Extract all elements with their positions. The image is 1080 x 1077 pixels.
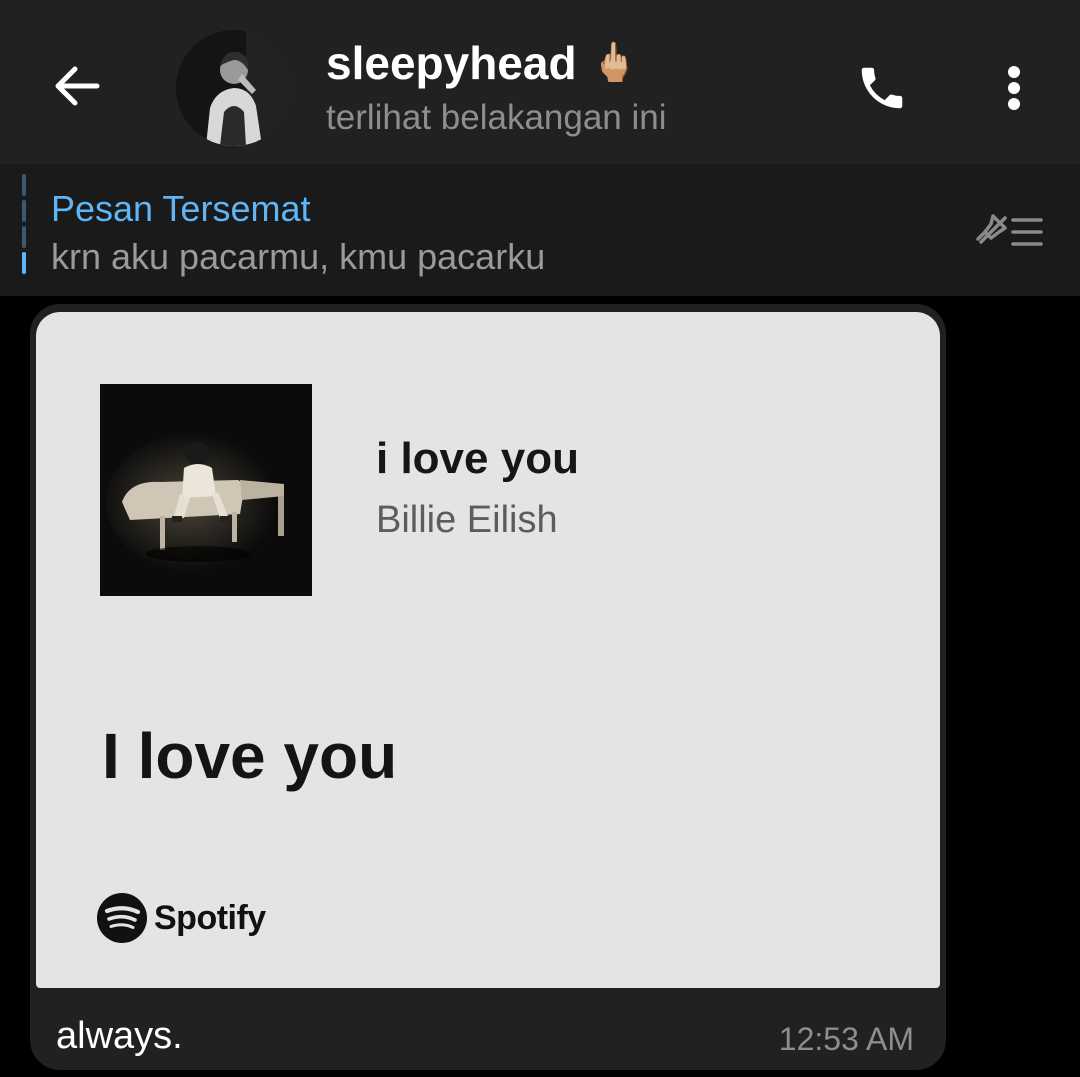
- chat-title-block[interactable]: sleepyhead 🖕🏼 terlihat belakangan ini: [326, 34, 806, 142]
- pinned-label: Pesan Tersemat: [51, 188, 311, 229]
- chat-screen: sleepyhead 🖕🏼 terlihat belakangan ini Pe…: [0, 0, 1080, 1077]
- pinned-indicator-segment: [22, 226, 26, 248]
- song-artist: Billie Eilish: [376, 499, 558, 541]
- phone-icon: [861, 67, 903, 109]
- pinned-indicator-segment: [22, 200, 26, 222]
- pinned-message-bar[interactable]: Pesan Tersemat krn aku pacarmu, kmu paca…: [0, 164, 1080, 296]
- message-caption: always.: [56, 1015, 183, 1057]
- back-button[interactable]: [40, 50, 112, 122]
- pinned-indicator-segment: [22, 174, 26, 196]
- song-title: i love you: [376, 434, 579, 483]
- call-button[interactable]: [846, 52, 918, 124]
- avatar-photo: [176, 30, 292, 146]
- pin-list-icon: [976, 214, 1043, 246]
- spotify-branding: Spotify: [96, 890, 266, 946]
- chat-header: sleepyhead 🖕🏼 terlihat belakangan ini: [0, 0, 1080, 164]
- album-cover-art: [100, 384, 312, 596]
- avatar[interactable]: [176, 30, 292, 146]
- message-timestamp: 12:53 AM: [778, 1021, 914, 1057]
- pinned-text: krn aku pacarmu, kmu pacarku: [51, 236, 546, 277]
- lyric-text: I love you: [102, 720, 398, 792]
- spotify-wordmark: Spotify: [154, 898, 266, 937]
- message-bubble[interactable]: i love you Billie Eilish I love you Spot…: [30, 304, 946, 1070]
- hand-gesture-emoji-icon: 🖕🏼: [590, 42, 638, 84]
- album-cover: [100, 384, 312, 596]
- pinned-list-button[interactable]: [970, 204, 1050, 260]
- more-vertical-icon: [1008, 66, 1020, 110]
- last-seen-status: terlihat belakangan ini: [326, 98, 667, 137]
- pinned-indicator-active: [22, 252, 26, 274]
- spotify-share-card[interactable]: i love you Billie Eilish I love you Spot…: [36, 312, 940, 988]
- spotify-logo-icon: [97, 893, 147, 943]
- chat-title-text: sleepyhead: [326, 37, 577, 89]
- more-options-button[interactable]: [984, 52, 1044, 124]
- chat-title: sleepyhead 🖕🏼: [326, 34, 806, 92]
- arrow-left-icon: [55, 66, 100, 106]
